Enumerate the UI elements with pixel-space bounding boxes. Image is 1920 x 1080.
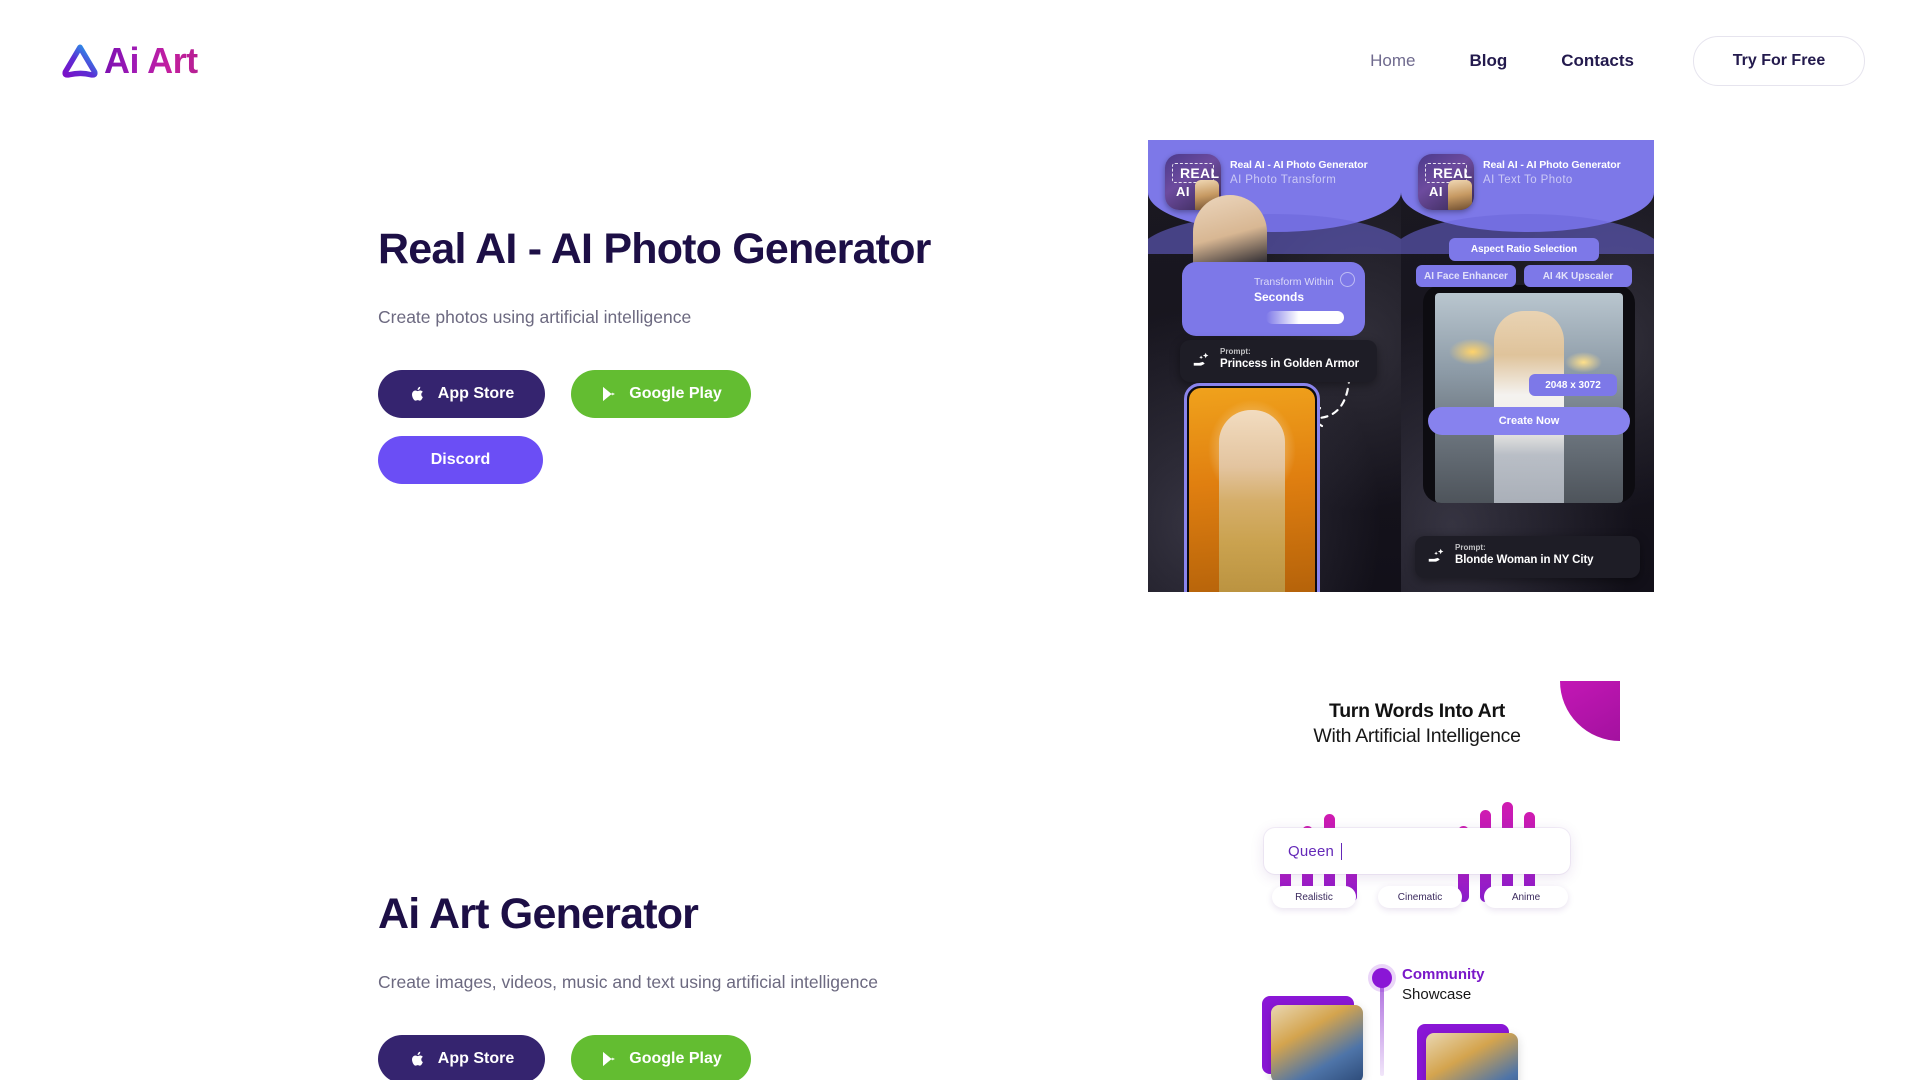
illustration-headline: Turn Words Into Art With Artificial Inte… [1262,681,1620,748]
refresh-icon [1340,272,1355,287]
generator-button-row: App Store Google Play [378,1035,798,1080]
upscaler-chip: AI 4K Upscaler [1524,265,1632,287]
app-icon-portrait [1448,180,1472,210]
text-caret [1341,842,1343,860]
timeline-line [1380,986,1384,1076]
apple-icon [409,384,427,404]
headline-regular: With Artificial Intelligence [1313,725,1521,747]
community-showcase: Community Showcase [1262,966,1572,1080]
google-play-label: Google Play [629,1050,722,1068]
prompt-widget: Queen Realistic Cinematic Anime [1262,800,1572,920]
transform-line-2: Seconds [1254,290,1305,304]
showcase-card[interactable] [1417,1024,1518,1080]
generator-title: Ai Art Generator [378,890,699,938]
aspect-ratio-chip: Aspect Ratio Selection [1449,238,1599,261]
prompt-card: Prompt: Princess in Golden Armor [1180,340,1377,382]
app-store-button[interactable]: App Store [378,370,545,419]
hero-section: Real AI - AI Photo Generator Create phot… [378,225,998,485]
prompt-input[interactable]: Queen [1264,828,1570,874]
prompt-text: Blonde Woman in NY City [1455,554,1594,566]
try-for-free-button[interactable]: Try For Free [1693,36,1865,86]
nav-item-home[interactable]: Home [1343,51,1442,71]
google-play-icon [600,1049,618,1069]
transform-feature-card: Transform Within Seconds [1182,262,1365,336]
style-chip-cinematic[interactable]: Cinematic [1378,886,1462,908]
result-phone-preview [1184,383,1320,592]
app-icon: REAL AI [1418,154,1474,210]
showcase-card-image [1426,1033,1518,1080]
prompt-label: Prompt: [1455,543,1486,552]
app-icon-label-bottom: AI [1176,184,1190,199]
style-chip-row: Realistic Cinematic Anime [1272,886,1568,908]
app-tagline: AI Text To Photo [1483,174,1573,186]
apple-icon [409,1049,427,1069]
app-title: Real AI - AI Photo Generator [1483,159,1621,171]
hero-button-row: App Store Google Play Discord [378,370,798,485]
hero-app-screenshots: REAL AI Real AI - AI Photo Generator AI … [1148,140,1654,592]
prompt-card: Prompt: Blonde Woman in NY City [1415,536,1640,578]
app-icon-label-bottom: AI [1429,184,1443,199]
app-store-button[interactable]: App Store [378,1035,545,1080]
brand-name: Ai Art [104,40,198,81]
google-play-button[interactable]: Google Play [571,1035,751,1080]
resolution-badge: 2048 x 3072 [1529,374,1617,396]
magic-hand-icon [1193,352,1209,366]
nav-item-blog[interactable]: Blog [1442,51,1534,71]
brand-logo[interactable]: Ai Art [58,39,198,83]
transform-line-1: Transform Within [1254,276,1334,288]
showcase-card-image [1271,1005,1363,1080]
showcase-card[interactable] [1262,996,1363,1080]
magic-hand-icon [1428,548,1444,562]
showcase-title-accent: Community [1402,966,1485,983]
timeline-dot-icon [1372,968,1392,988]
transform-progress-bar [1266,311,1344,324]
ai-art-triangle-logo-icon [58,39,102,83]
style-chip-realistic[interactable]: Realistic [1272,886,1356,908]
showcase-title-plain: Showcase [1402,986,1472,1003]
nav-item-contacts[interactable]: Contacts [1534,51,1661,71]
app-tagline: AI Photo Transform [1230,174,1337,186]
hero-subtitle: Create photos using artificial intellige… [378,307,692,328]
generator-subtitle: Create images, videos, music and text us… [378,972,878,993]
app-screenshot-photo-transform: REAL AI Real AI - AI Photo Generator AI … [1148,140,1401,592]
site-header: Ai Art Home Blog Contacts Try For Free [0,0,1920,122]
face-enhancer-chip: AI Face Enhancer [1416,265,1516,287]
style-chip-anime[interactable]: Anime [1484,886,1568,908]
app-screenshot-text-to-photo: REAL AI Real AI - AI Photo Generator AI … [1401,140,1654,592]
google-play-icon [600,384,618,404]
prompt-text: Princess in Golden Armor [1220,358,1360,370]
hero-title: Real AI - AI Photo Generator [378,225,931,273]
headline-bold: Turn Words Into Art [1329,700,1505,722]
app-store-label: App Store [437,1050,515,1068]
prompt-label: Prompt: [1220,347,1251,356]
result-image-subject [1219,410,1285,592]
google-play-label: Google Play [629,385,722,403]
discord-button[interactable]: Discord [378,436,543,485]
prompt-input-value: Queen [1288,842,1335,860]
main-nav: Home Blog Contacts Try For Free [1343,36,1865,86]
app-store-label: App Store [437,385,515,403]
create-now-button[interactable]: Create Now [1428,407,1630,435]
google-play-button[interactable]: Google Play [571,370,751,419]
app-title: Real AI - AI Photo Generator [1230,159,1368,171]
generator-illustration: Turn Words Into Art With Artificial Inte… [1262,681,1620,1080]
generator-section: Ai Art Generator Create images, videos, … [378,890,1018,1080]
